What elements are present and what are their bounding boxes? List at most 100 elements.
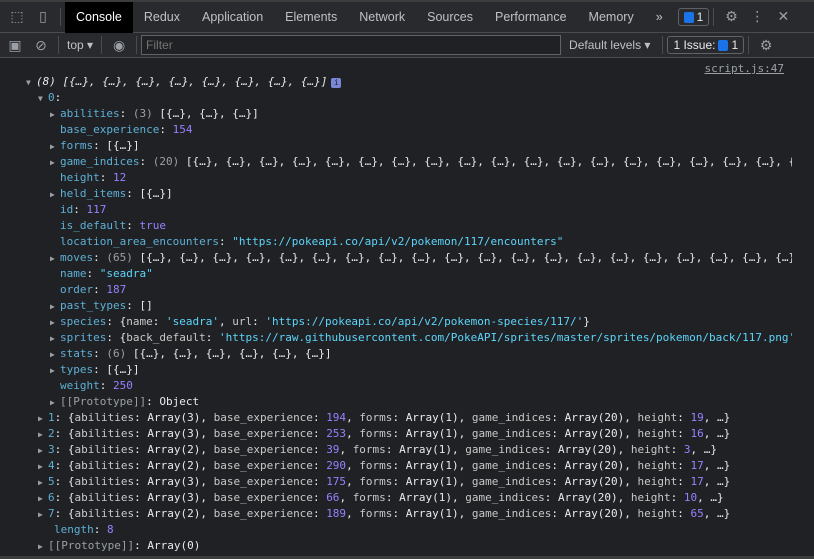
console-tree-row: weight: 250 — [0, 378, 792, 394]
token: , — [346, 475, 360, 488]
token: Array(20) — [558, 443, 618, 456]
console-settings-gear-icon[interactable]: ⚙ — [753, 31, 779, 59]
context-select[interactable]: top ▾ — [63, 38, 97, 52]
token: height — [637, 459, 678, 472]
collapsed-triangle-icon[interactable]: ▶ — [38, 507, 48, 522]
collapsed-triangle-icon[interactable]: ▶ — [38, 459, 48, 474]
collapsed-triangle-icon[interactable]: ▶ — [38, 411, 48, 426]
token: 'https://raw.githubusercontent.com/PokeA… — [218, 331, 792, 344]
tab-network[interactable]: Network — [348, 2, 416, 33]
collapsed-triangle-icon[interactable]: ▶ — [38, 491, 48, 506]
console-tree-row[interactable]: ▶ species: {name: 'seadra', url: 'https:/… — [0, 314, 792, 330]
more-tabs-button[interactable]: » — [645, 2, 674, 33]
console-tree-row[interactable]: ▶ 6: {abilities: Array(3), base_experienc… — [0, 490, 792, 506]
console-tree-row[interactable]: ▶ sprites: {back_default: 'https://raw.gi… — [0, 330, 792, 346]
tab-sources[interactable]: Sources — [416, 2, 484, 33]
token: abilities — [74, 475, 135, 488]
token: 290 — [326, 459, 347, 472]
console-tree-row[interactable]: ▶ 7: {abilities: Array(2), base_experienc… — [0, 506, 792, 522]
collapsed-triangle-icon[interactable]: ▶ — [50, 155, 60, 170]
token: types — [60, 363, 94, 376]
console-tree-row[interactable]: ▶ forms: [{…}] — [0, 138, 792, 154]
token: height — [637, 427, 678, 440]
context-value: top — [67, 38, 84, 52]
console-tree-row[interactable]: ▼ (8) [{…}, {…}, {…}, {…}, {…}, {…}, {…},… — [0, 74, 792, 90]
token: height — [637, 507, 678, 520]
token: , — [339, 443, 353, 456]
tab-console[interactable]: Console — [65, 1, 133, 33]
collapsed-triangle-icon[interactable]: ▶ — [50, 331, 60, 346]
console-tree-row[interactable]: ▶ 3: {abilities: Array(2), base_experienc… — [0, 442, 792, 458]
console-tree-row[interactable]: ▶ held_items: [{…}] — [0, 186, 792, 202]
token: [{…}, {…}, {…}, {…}, {…}, {…}] — [132, 347, 332, 360]
info-icon[interactable]: i — [331, 78, 342, 88]
collapsed-triangle-icon[interactable]: ▶ — [38, 443, 48, 458]
tab-elements[interactable]: Elements — [274, 2, 348, 33]
token: : — [126, 187, 140, 200]
collapsed-triangle-icon[interactable]: ▶ — [50, 187, 60, 202]
token: base_experience — [213, 427, 313, 440]
tab-redux[interactable]: Redux — [133, 2, 191, 33]
token: : — [146, 395, 160, 408]
expanded-triangle-icon[interactable]: ▼ — [38, 91, 48, 106]
console-tree-row: base_experience: 154 — [0, 122, 792, 138]
collapsed-triangle-icon[interactable]: ▶ — [50, 347, 60, 362]
console-tree-row[interactable]: ▶ 1: {abilities: Array(3), base_experienc… — [0, 410, 792, 426]
tab-performance[interactable]: Performance — [484, 2, 578, 33]
console-tree-row[interactable]: ▶ stats: (6) [{…}, {…}, {…}, {…}, {…}, {…… — [0, 346, 792, 362]
token: : — [93, 139, 107, 152]
console-tree-row[interactable]: ▶ 4: {abilities: Array(2), base_experienc… — [0, 458, 792, 474]
console-tree-row[interactable]: ▼ 0: — [0, 90, 792, 106]
console-tree-row[interactable]: ▶ [[Prototype]]: Array(0) — [0, 538, 792, 554]
gear-icon[interactable]: ⚙ — [718, 3, 744, 31]
console-tree-row[interactable]: ▶ moves: (65) [{…}, {…}, {…}, {…}, {…}, {… — [0, 250, 792, 266]
console-tree-row[interactable]: ▶ 2: {abilities: Array(3), base_experienc… — [0, 426, 792, 442]
console-tree-row[interactable]: ▶ game_indices: (20) [{…}, {…}, {…}, {…},… — [0, 154, 792, 170]
token: : — [385, 443, 400, 456]
console-tree-row[interactable]: ▶ 5: {abilities: Array(3), base_experienc… — [0, 474, 792, 490]
collapsed-triangle-icon[interactable]: ▶ — [38, 539, 48, 554]
sidebar-toggle-icon[interactable]: ▣ — [2, 31, 28, 59]
collapsed-triangle-icon[interactable]: ▶ — [50, 139, 60, 154]
token: : — [218, 235, 233, 248]
token: base_experience — [213, 443, 313, 456]
console-tree-row[interactable]: ▶ [[Prototype]]: Object — [0, 394, 792, 410]
close-icon[interactable]: ✕ — [770, 3, 796, 31]
expanded-triangle-icon[interactable]: ▼ — [26, 75, 36, 90]
filter-input[interactable] — [141, 35, 562, 55]
collapsed-triangle-icon[interactable]: ▶ — [50, 395, 60, 410]
token: [{…}, {…}, {…}, {…}, {…}, {…}, {…}, {…},… — [139, 251, 793, 264]
console-tree-row[interactable]: ▶ types: [{…}] — [0, 362, 792, 378]
token: : — [677, 411, 691, 424]
collapsed-triangle-icon[interactable]: ▶ — [50, 363, 60, 378]
tab-application[interactable]: Application — [191, 2, 274, 33]
console-tree-row[interactable]: ▶ abilities: (3) [{…}, {…}, {…}] — [0, 106, 792, 122]
eye-icon[interactable]: ◉ — [106, 31, 132, 59]
collapsed-triangle-icon[interactable]: ▶ — [50, 251, 60, 266]
tab-memory[interactable]: Memory — [578, 2, 645, 33]
inspect-element-icon[interactable]: ⬚ — [4, 3, 30, 31]
more-options-icon[interactable]: ⋮ — [744, 3, 770, 31]
token: , — [624, 507, 638, 520]
device-toolbar-icon[interactable]: ▯ — [30, 3, 56, 31]
token: abilities — [74, 411, 135, 424]
token: , — [200, 475, 214, 488]
collapsed-triangle-icon[interactable]: ▶ — [38, 475, 48, 490]
token: forms — [359, 411, 393, 424]
token: : — [73, 203, 87, 216]
token: , — [624, 427, 638, 440]
clear-console-icon[interactable]: ⊘ — [28, 31, 54, 59]
console-tree-row[interactable]: ▶ past_types: [] — [0, 298, 792, 314]
token: "https://pokeapi.co/api/v2/pokemon/117/e… — [232, 235, 564, 248]
collapsed-triangle-icon[interactable]: ▶ — [50, 107, 60, 122]
issues-button[interactable]: 1 Issue: 1 — [667, 36, 745, 54]
messages-badge[interactable]: 1 — [677, 8, 710, 26]
log-levels-select[interactable]: Default levels ▾ — [561, 38, 658, 52]
collapsed-triangle-icon[interactable]: ▶ — [38, 427, 48, 442]
token: 3 — [48, 443, 55, 456]
token: : — [551, 411, 565, 424]
collapsed-triangle-icon[interactable]: ▶ — [50, 315, 60, 330]
token: base_experience — [60, 123, 160, 136]
collapsed-triangle-icon[interactable]: ▶ — [50, 299, 60, 314]
token: : — [134, 539, 148, 552]
